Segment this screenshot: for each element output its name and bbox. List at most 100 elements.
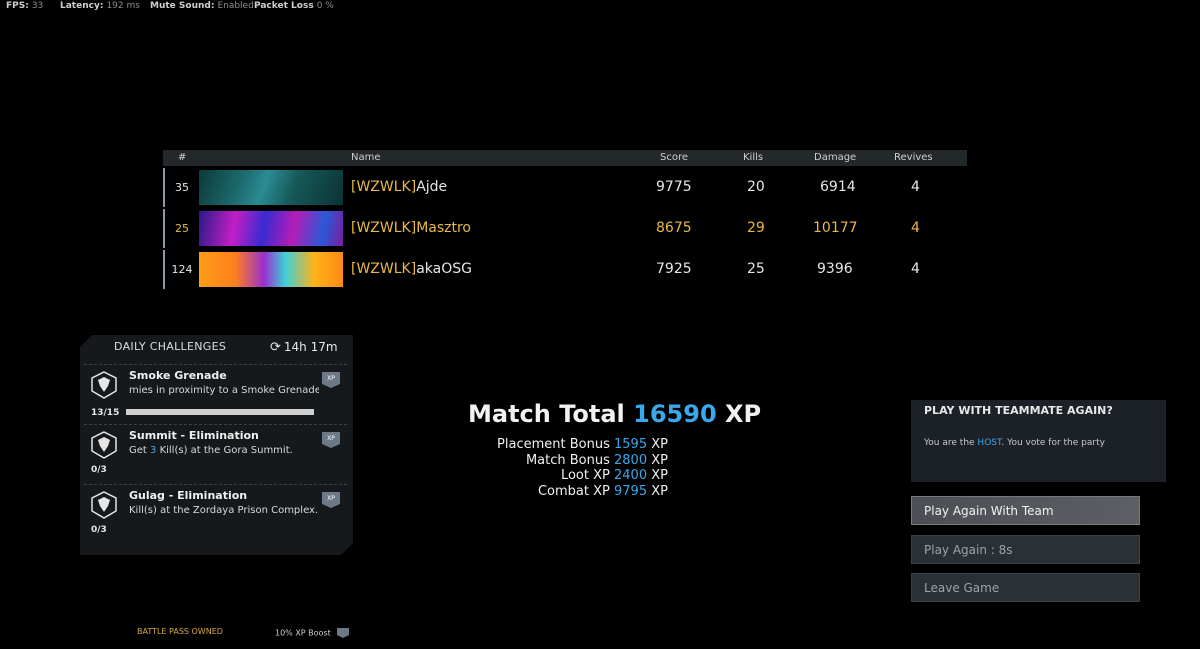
fps-value: 33 <box>31 1 44 11</box>
player-rank: 25 <box>175 222 189 235</box>
challenge-description: Kill(s) at the Zordaya Prison Complex. <box>129 505 319 516</box>
packet-loss-label: Packet Loss <box>254 1 314 11</box>
player-name: [WZWLK]Masztro <box>351 220 471 236</box>
player-name: [WZWLK]Ajde <box>351 179 447 195</box>
xp-label: Match Bonus <box>525 452 610 468</box>
scoreboard-header: # Name Score Kills Damage Revives <box>163 150 967 166</box>
challenge-item[interactable]: Gulag - Elimination Kill(s) at the Zorda… <box>84 484 347 541</box>
challenge-refresh-timer: ⟳ 14h 17m <box>270 340 338 355</box>
xp-line: Match Bonus 2800 XP <box>470 453 668 469</box>
scoreboard-row-self[interactable]: 25 [WZWLK]Masztro 8675 29 10177 4 <box>163 209 967 248</box>
challenge-emblem-icon <box>91 431 117 459</box>
xp-value: 2800 <box>614 452 648 468</box>
mute-stat: Mute Sound: Enabled <box>150 1 254 11</box>
latency-stat: Latency: 192 ms <box>60 1 140 11</box>
packet-loss-stat: Packet Loss 0 % <box>254 1 334 11</box>
xp-unit: XP <box>651 483 668 499</box>
scoreboard: # Name Score Kills Damage Revives 35 [WZ… <box>163 150 967 289</box>
challenge-description: mies in proximity to a Smoke Grenade <box>129 385 319 396</box>
xp-unit: XP <box>651 452 668 468</box>
challenge-title: Summit - Elimination <box>129 429 259 442</box>
header-revives: Revives <box>894 152 933 163</box>
player-score: 8675 <box>656 220 692 236</box>
gamertag: akaOSG <box>416 261 472 277</box>
player-calling-card <box>199 170 343 205</box>
challenge-progress-text: 0/3 <box>91 465 107 475</box>
svg-text:XP: XP <box>327 495 335 502</box>
challenge-emblem-icon <box>91 491 117 519</box>
xp-breakdown: Placement Bonus 1595 XP Match Bonus 2800… <box>470 437 668 499</box>
xp-line: Combat XP 9795 XP <box>470 484 668 500</box>
clan-tag: [WZWLK] <box>351 261 417 277</box>
header-kills: Kills <box>743 152 764 163</box>
xp-label: Loot XP <box>560 468 610 483</box>
match-total-value: 16590 <box>633 400 717 428</box>
xp-label: Placement Bonus <box>497 437 610 452</box>
player-revives: 4 <box>911 179 920 195</box>
xp-value: 9795 <box>614 483 648 499</box>
scoreboard-row[interactable]: 35 [WZWLK]Ajde 9775 20 6914 4 <box>163 168 967 207</box>
player-revives: 4 <box>911 220 920 236</box>
challenge-progress-text: 13/15 <box>91 408 120 418</box>
xp-unit: XP <box>651 437 668 452</box>
challenge-emblem-icon <box>91 371 117 399</box>
xp-reward-icon: XP <box>321 371 341 389</box>
desc-text: You are the <box>924 438 978 448</box>
xp-value: 1595 <box>614 437 648 452</box>
player-name: [WZWLK]akaOSG <box>351 261 472 277</box>
challenge-progress-bar <box>126 409 314 415</box>
player-calling-card <box>199 252 343 287</box>
desc-text: . You vote for the party <box>1001 438 1105 448</box>
party-vote-title: PLAY WITH TEAMMATE AGAIN? <box>924 404 1113 417</box>
player-kills: 29 <box>747 220 765 236</box>
packet-loss-value: 0 % <box>316 1 334 11</box>
header-score: Score <box>660 152 689 163</box>
scoreboard-row[interactable]: 124 [WZWLK]akaOSG 7925 25 9396 4 <box>163 250 967 289</box>
player-score: 9775 <box>656 179 692 195</box>
header-rank: # <box>178 152 187 163</box>
leave-game-button[interactable]: Leave Game <box>911 573 1140 602</box>
xp-value: 2400 <box>614 468 648 483</box>
party-vote-description: You are the HOST. You vote for the party <box>924 438 1105 448</box>
xp-line: Placement Bonus 1595 XP <box>470 437 668 453</box>
xp-boost-indicator: 10% XP Boost <box>275 627 350 639</box>
fps-stat: FPS: 33 <box>6 1 43 11</box>
fps-label: FPS: <box>6 1 29 11</box>
player-damage: 6914 <box>820 179 856 195</box>
player-kills: 25 <box>747 261 765 277</box>
svg-text:XP: XP <box>327 375 335 382</box>
challenge-title: Gulag - Elimination <box>129 489 248 502</box>
challenge-item[interactable]: Summit - Elimination Get 3 Kill(s) at th… <box>84 424 347 481</box>
player-damage: 9396 <box>817 261 853 277</box>
clan-tag: [WZWLK] <box>351 179 417 195</box>
daily-challenges-title: DAILY CHALLENGES <box>114 340 227 353</box>
clan-tag: [WZWLK] <box>351 220 417 236</box>
desc-text: Get <box>129 445 151 456</box>
xp-boost-label: 10% XP Boost <box>275 628 331 638</box>
xp-reward-icon: XP <box>321 431 341 449</box>
play-again-button[interactable]: Play Again : 8s <box>911 535 1140 564</box>
match-total-label: Match Total <box>468 400 625 428</box>
match-total: Match Total 16590 XP <box>468 400 761 428</box>
play-again-with-team-button[interactable]: Play Again With Team <box>911 496 1140 525</box>
match-total-unit: XP <box>725 400 762 428</box>
player-damage: 10177 <box>813 220 858 236</box>
player-score: 7925 <box>656 261 692 277</box>
timer-value: 14h 17m <box>283 340 338 354</box>
player-kills: 20 <box>747 179 765 195</box>
battle-pass-status: BATTLE PASS OWNED <box>137 627 223 636</box>
mute-label: Mute Sound: <box>150 1 215 11</box>
header-name: Name <box>351 152 381 163</box>
xp-line: Loot XP 2400 XP <box>470 468 668 484</box>
challenge-title: Smoke Grenade <box>129 369 227 382</box>
refresh-icon: ⟳ <box>270 340 281 355</box>
gamertag: Masztro <box>416 220 471 236</box>
header-damage: Damage <box>814 152 857 163</box>
challenge-item[interactable]: Smoke Grenade mies in proximity to a Smo… <box>84 364 347 421</box>
xp-unit: XP <box>651 468 668 483</box>
challenge-description: Get 3 Kill(s) at the Gora Summit. <box>129 445 319 456</box>
gamertag: Ajde <box>416 179 448 195</box>
player-rank: 124 <box>171 263 193 276</box>
latency-value: 192 ms <box>106 1 140 11</box>
xp-label: Combat XP <box>537 483 610 499</box>
